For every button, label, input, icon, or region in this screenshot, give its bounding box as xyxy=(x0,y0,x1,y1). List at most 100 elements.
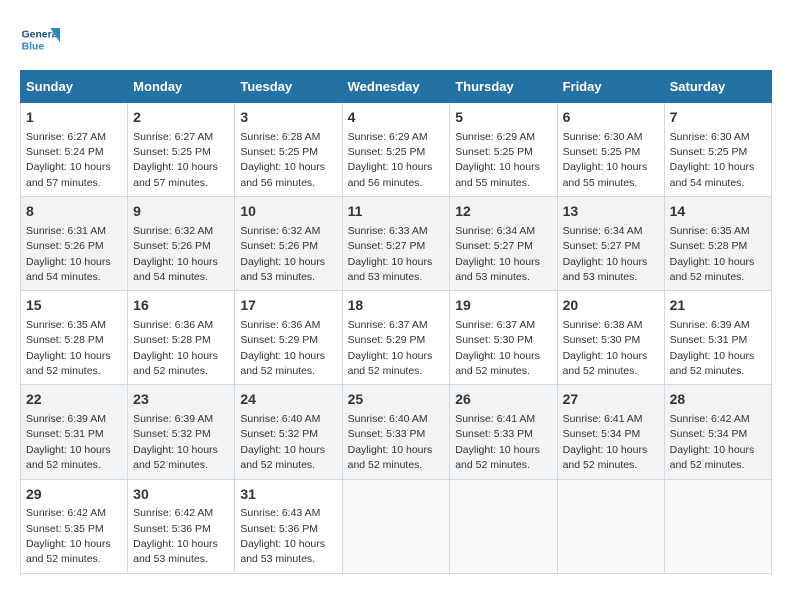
day-info: Sunrise: 6:37 AMSunset: 5:30 PMDaylight:… xyxy=(455,319,540,377)
logo: General Blue xyxy=(20,20,64,60)
day-info: Sunrise: 6:37 AMSunset: 5:29 PMDaylight:… xyxy=(348,319,433,377)
day-info: Sunrise: 6:43 AMSunset: 5:36 PMDaylight:… xyxy=(240,507,325,565)
header-thursday: Thursday xyxy=(450,71,557,103)
calendar-week-2: 8 Sunrise: 6:31 AMSunset: 5:26 PMDaylight… xyxy=(21,197,772,291)
calendar-cell: 27Sunrise: 6:41 AMSunset: 5:34 PMDayligh… xyxy=(557,385,664,479)
day-number: 1 xyxy=(26,108,122,128)
day-info: Sunrise: 6:39 AMSunset: 5:31 PMDaylight:… xyxy=(670,319,755,377)
calendar-cell: 1 Sunrise: 6:27 AMSunset: 5:24 PMDaylight… xyxy=(21,103,128,197)
calendar-cell: 5 Sunrise: 6:29 AMSunset: 5:25 PMDaylight… xyxy=(450,103,557,197)
calendar-cell: 7Sunrise: 6:30 AMSunset: 5:25 PMDaylight… xyxy=(664,103,771,197)
day-info: Sunrise: 6:31 AMSunset: 5:26 PMDaylight:… xyxy=(26,225,111,283)
day-info: Sunrise: 6:35 AMSunset: 5:28 PMDaylight:… xyxy=(26,319,111,377)
calendar-cell: 14 Sunrise: 6:35 AMSunset: 5:28 PMDayligh… xyxy=(664,197,771,291)
calendar-week-5: 29Sunrise: 6:42 AMSunset: 5:35 PMDayligh… xyxy=(21,479,772,573)
day-info: Sunrise: 6:42 AMSunset: 5:34 PMDaylight:… xyxy=(670,413,755,471)
day-info: Sunrise: 6:36 AMSunset: 5:29 PMDaylight:… xyxy=(240,319,325,377)
header-monday: Monday xyxy=(128,71,235,103)
day-number: 4 xyxy=(348,108,445,128)
day-number: 17 xyxy=(240,296,336,316)
header-tuesday: Tuesday xyxy=(235,71,342,103)
day-info: Sunrise: 6:39 AMSunset: 5:31 PMDaylight:… xyxy=(26,413,111,471)
calendar-cell: 17 Sunrise: 6:36 AMSunset: 5:29 PMDayligh… xyxy=(235,291,342,385)
day-number: 21 xyxy=(670,296,766,316)
day-number: 23 xyxy=(133,390,229,410)
calendar-cell: 22 Sunrise: 6:39 AMSunset: 5:31 PMDayligh… xyxy=(21,385,128,479)
day-number: 10 xyxy=(240,202,336,222)
day-info: Sunrise: 6:33 AMSunset: 5:27 PMDaylight:… xyxy=(348,225,433,283)
day-number: 13 xyxy=(563,202,659,222)
day-info: Sunrise: 6:27 AMSunset: 5:25 PMDaylight:… xyxy=(133,131,218,189)
calendar-cell: 13 Sunrise: 6:34 AMSunset: 5:27 PMDayligh… xyxy=(557,197,664,291)
day-number: 27 xyxy=(563,390,659,410)
calendar-cell: 19Sunrise: 6:37 AMSunset: 5:30 PMDayligh… xyxy=(450,291,557,385)
day-number: 3 xyxy=(240,108,336,128)
day-info: Sunrise: 6:41 AMSunset: 5:33 PMDaylight:… xyxy=(455,413,540,471)
day-number: 28 xyxy=(670,390,766,410)
calendar-cell: 21 Sunrise: 6:39 AMSunset: 5:31 PMDayligh… xyxy=(664,291,771,385)
calendar-cell: 28 Sunrise: 6:42 AMSunset: 5:34 PMDayligh… xyxy=(664,385,771,479)
day-number: 7 xyxy=(670,108,766,128)
calendar-cell: 31Sunrise: 6:43 AMSunset: 5:36 PMDayligh… xyxy=(235,479,342,573)
day-number: 5 xyxy=(455,108,551,128)
calendar-cell: 30Sunrise: 6:42 AMSunset: 5:36 PMDayligh… xyxy=(128,479,235,573)
day-number: 15 xyxy=(26,296,122,316)
day-number: 25 xyxy=(348,390,445,410)
day-info: Sunrise: 6:39 AMSunset: 5:32 PMDaylight:… xyxy=(133,413,218,471)
day-info: Sunrise: 6:29 AMSunset: 5:25 PMDaylight:… xyxy=(455,131,540,189)
day-number: 14 xyxy=(670,202,766,222)
day-info: Sunrise: 6:34 AMSunset: 5:27 PMDaylight:… xyxy=(455,225,540,283)
calendar-week-3: 15 Sunrise: 6:35 AMSunset: 5:28 PMDayligh… xyxy=(21,291,772,385)
calendar-cell: 29Sunrise: 6:42 AMSunset: 5:35 PMDayligh… xyxy=(21,479,128,573)
day-number: 8 xyxy=(26,202,122,222)
day-number: 9 xyxy=(133,202,229,222)
calendar-cell: 6 Sunrise: 6:30 AMSunset: 5:25 PMDaylight… xyxy=(557,103,664,197)
calendar-cell: 25 Sunrise: 6:40 AMSunset: 5:33 PMDayligh… xyxy=(342,385,450,479)
svg-text:Blue: Blue xyxy=(22,42,45,53)
calendar-cell: 16Sunrise: 6:36 AMSunset: 5:28 PMDayligh… xyxy=(128,291,235,385)
day-number: 6 xyxy=(563,108,659,128)
header-saturday: Saturday xyxy=(664,71,771,103)
logo-icon: General Blue xyxy=(20,20,60,60)
calendar-cell xyxy=(664,479,771,573)
calendar-cell: 23 Sunrise: 6:39 AMSunset: 5:32 PMDayligh… xyxy=(128,385,235,479)
day-info: Sunrise: 6:40 AMSunset: 5:33 PMDaylight:… xyxy=(348,413,433,471)
day-number: 18 xyxy=(348,296,445,316)
day-info: Sunrise: 6:28 AMSunset: 5:25 PMDaylight:… xyxy=(240,131,325,189)
calendar-header-row: SundayMondayTuesdayWednesdayThursdayFrid… xyxy=(21,71,772,103)
day-info: Sunrise: 6:35 AMSunset: 5:28 PMDaylight:… xyxy=(670,225,755,283)
day-info: Sunrise: 6:34 AMSunset: 5:27 PMDaylight:… xyxy=(563,225,648,283)
calendar-week-1: 1 Sunrise: 6:27 AMSunset: 5:24 PMDaylight… xyxy=(21,103,772,197)
header-sunday: Sunday xyxy=(21,71,128,103)
day-info: Sunrise: 6:32 AMSunset: 5:26 PMDaylight:… xyxy=(240,225,325,283)
calendar-cell: 20Sunrise: 6:38 AMSunset: 5:30 PMDayligh… xyxy=(557,291,664,385)
day-info: Sunrise: 6:27 AMSunset: 5:24 PMDaylight:… xyxy=(26,131,111,189)
header-friday: Friday xyxy=(557,71,664,103)
day-number: 2 xyxy=(133,108,229,128)
calendar-cell: 24 Sunrise: 6:40 AMSunset: 5:32 PMDayligh… xyxy=(235,385,342,479)
calendar-cell: 12Sunrise: 6:34 AMSunset: 5:27 PMDayligh… xyxy=(450,197,557,291)
day-info: Sunrise: 6:40 AMSunset: 5:32 PMDaylight:… xyxy=(240,413,325,471)
day-info: Sunrise: 6:38 AMSunset: 5:30 PMDaylight:… xyxy=(563,319,648,377)
day-number: 24 xyxy=(240,390,336,410)
day-number: 26 xyxy=(455,390,551,410)
calendar-cell: 10 Sunrise: 6:32 AMSunset: 5:26 PMDayligh… xyxy=(235,197,342,291)
calendar-week-4: 22 Sunrise: 6:39 AMSunset: 5:31 PMDayligh… xyxy=(21,385,772,479)
day-info: Sunrise: 6:30 AMSunset: 5:25 PMDaylight:… xyxy=(563,131,648,189)
day-info: Sunrise: 6:32 AMSunset: 5:26 PMDaylight:… xyxy=(133,225,218,283)
calendar-cell: 8 Sunrise: 6:31 AMSunset: 5:26 PMDaylight… xyxy=(21,197,128,291)
day-info: Sunrise: 6:29 AMSunset: 5:25 PMDaylight:… xyxy=(348,131,433,189)
calendar-cell: 4 Sunrise: 6:29 AMSunset: 5:25 PMDaylight… xyxy=(342,103,450,197)
calendar-cell: 15 Sunrise: 6:35 AMSunset: 5:28 PMDayligh… xyxy=(21,291,128,385)
day-info: Sunrise: 6:42 AMSunset: 5:36 PMDaylight:… xyxy=(133,507,218,565)
day-number: 11 xyxy=(348,202,445,222)
day-info: Sunrise: 6:42 AMSunset: 5:35 PMDaylight:… xyxy=(26,507,111,565)
calendar-table: SundayMondayTuesdayWednesdayThursdayFrid… xyxy=(20,70,772,574)
day-number: 22 xyxy=(26,390,122,410)
day-info: Sunrise: 6:36 AMSunset: 5:28 PMDaylight:… xyxy=(133,319,218,377)
calendar-cell xyxy=(450,479,557,573)
calendar-cell xyxy=(557,479,664,573)
page-header: General Blue xyxy=(20,20,772,60)
calendar-cell: 26 Sunrise: 6:41 AMSunset: 5:33 PMDayligh… xyxy=(450,385,557,479)
day-number: 31 xyxy=(240,485,336,505)
